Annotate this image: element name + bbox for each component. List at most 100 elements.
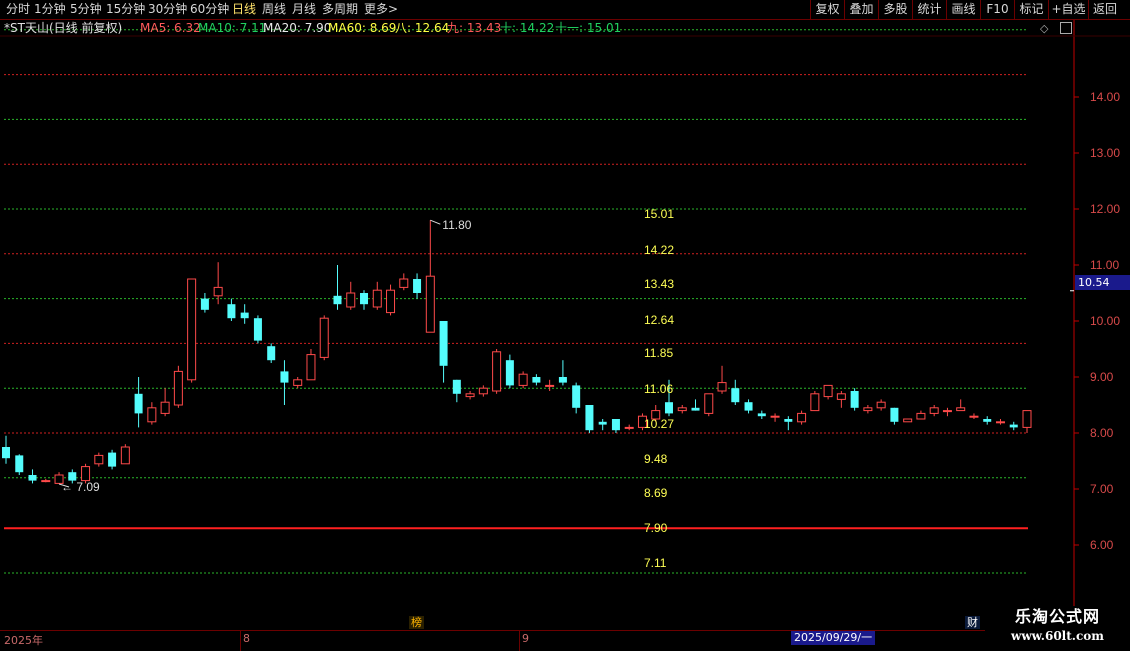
candle-body-down <box>505 360 514 386</box>
candle-body-up <box>372 289 382 308</box>
candle-body-down <box>611 419 620 431</box>
candle-body-up <box>797 412 807 423</box>
toolbar-button-3[interactable]: 统计 <box>912 0 946 19</box>
candle <box>797 410 807 425</box>
level-label: 8.69 <box>644 486 668 500</box>
toolbar-button-6[interactable]: 标记 <box>1014 0 1048 19</box>
candle <box>240 304 249 324</box>
candle-body-up <box>545 384 555 387</box>
candle-body-down <box>532 377 541 383</box>
candle <box>439 321 448 383</box>
candle-body-down <box>108 452 117 467</box>
toolbar-button-1[interactable]: 叠加 <box>844 0 878 19</box>
candle <box>876 399 886 411</box>
candle-body-up <box>1022 410 1032 428</box>
period-tab-3[interactable]: 15分钟 <box>106 2 145 17</box>
price-tick-label: 8.00 <box>1090 426 1114 440</box>
candle <box>744 399 753 414</box>
candle <box>545 379 555 391</box>
candle-body-down <box>28 475 37 481</box>
toolbar-button-0[interactable]: 复权 <box>810 0 844 19</box>
price-tick-label: 7.00 <box>1090 482 1114 496</box>
level-label: 13.43 <box>644 277 674 291</box>
period-tab-10[interactable]: 更多 <box>364 2 388 17</box>
ma5-value: MA5: 6.32 <box>140 21 201 35</box>
candle <box>2 435 10 464</box>
candle-body-down <box>280 371 289 383</box>
watermark-logo: 乐淘公式网 www.60lt.com <box>985 606 1130 650</box>
candle <box>134 377 143 428</box>
candle-body-up <box>425 275 435 333</box>
period-tab-6[interactable]: 日线 <box>232 2 256 17</box>
candle-body-up <box>120 446 130 465</box>
candle-body-down <box>2 447 10 459</box>
toolbar-button-2[interactable]: 多股 <box>878 0 912 19</box>
candle <box>823 384 833 400</box>
high-annotation: 11.80 <box>442 218 471 232</box>
level-label: 7.90 <box>644 521 668 535</box>
candle <box>386 284 396 316</box>
candle-body-down <box>253 318 262 341</box>
diamond-icon[interactable]: ◇ <box>1040 22 1048 35</box>
candle-body-up <box>147 407 157 423</box>
candle <box>41 478 51 483</box>
candle <box>280 360 289 405</box>
candle <box>267 343 276 363</box>
level-label: 15.01 <box>644 207 674 221</box>
candle <box>253 315 262 344</box>
ma60-value: MA60: 8.69 <box>328 21 397 35</box>
watermark-url: www.60lt.com <box>1011 629 1104 643</box>
candle-body-down <box>439 321 448 366</box>
candle-body-down <box>744 402 753 411</box>
period-tab-1[interactable]: 1分钟 <box>34 2 66 17</box>
period-tab-4[interactable]: 30分钟 <box>148 2 187 17</box>
candle <box>372 281 382 310</box>
candle <box>929 405 939 417</box>
candle-body-down <box>360 293 369 305</box>
candle <box>306 349 316 381</box>
candle <box>15 454 24 475</box>
candle <box>333 265 342 310</box>
candle-body-up <box>942 410 952 413</box>
period-tab-0[interactable]: 分时 <box>6 2 30 17</box>
toolbar-button-7[interactable]: +自选 <box>1048 0 1088 19</box>
candle <box>691 399 700 411</box>
candle-body-up <box>929 407 939 414</box>
current-price-tag: 10.54 <box>1075 275 1130 290</box>
candle <box>346 281 356 310</box>
candle <box>213 262 223 305</box>
level-9-value: 九: 13.43 <box>447 21 502 35</box>
candle-body-down <box>572 385 581 408</box>
candle <box>452 379 461 403</box>
price-tick-label: 14.00 <box>1090 90 1120 104</box>
candle-body-up <box>956 407 966 412</box>
rank-badge[interactable]: 榜 <box>409 616 424 629</box>
stock-title[interactable]: *ST天山(日线 前复权) <box>4 20 122 36</box>
candle-body-down <box>983 419 992 422</box>
candle-body-up <box>160 401 170 414</box>
candle-body-up <box>969 415 979 418</box>
candle-body-down <box>664 402 673 414</box>
candle-body-down <box>731 388 740 403</box>
finance-badge[interactable]: 财 <box>965 616 980 629</box>
candle <box>942 407 952 417</box>
candle <box>731 379 740 405</box>
candle <box>836 391 846 408</box>
candle-body-up <box>306 354 316 381</box>
toolbar-button-4[interactable]: 画线 <box>946 0 980 19</box>
period-tab-11[interactable]: > <box>388 2 398 17</box>
period-tab-7[interactable]: 周线 <box>262 2 286 17</box>
candle-body-up <box>677 407 687 412</box>
period-tab-5[interactable]: 60分钟 <box>190 2 229 17</box>
period-tab-9[interactable]: 多周期 <box>322 2 358 17</box>
period-tab-8[interactable]: 月线 <box>292 2 316 17</box>
candle <box>850 388 859 411</box>
watermark-title: 乐淘公式网 <box>1014 607 1100 626</box>
kline-chart[interactable]: 6.00 7.00 8.00 9.00 10.00 11.00 12.00 13.00 14.0… <box>0 0 1130 650</box>
toolbar-button-8[interactable]: 返回 <box>1088 0 1121 19</box>
window-toggle-icon[interactable] <box>1060 22 1072 34</box>
candle-body-down <box>558 377 567 383</box>
candle <box>94 452 104 467</box>
period-tab-2[interactable]: 5分钟 <box>70 2 102 17</box>
toolbar-button-5[interactable]: F10 <box>980 0 1014 19</box>
